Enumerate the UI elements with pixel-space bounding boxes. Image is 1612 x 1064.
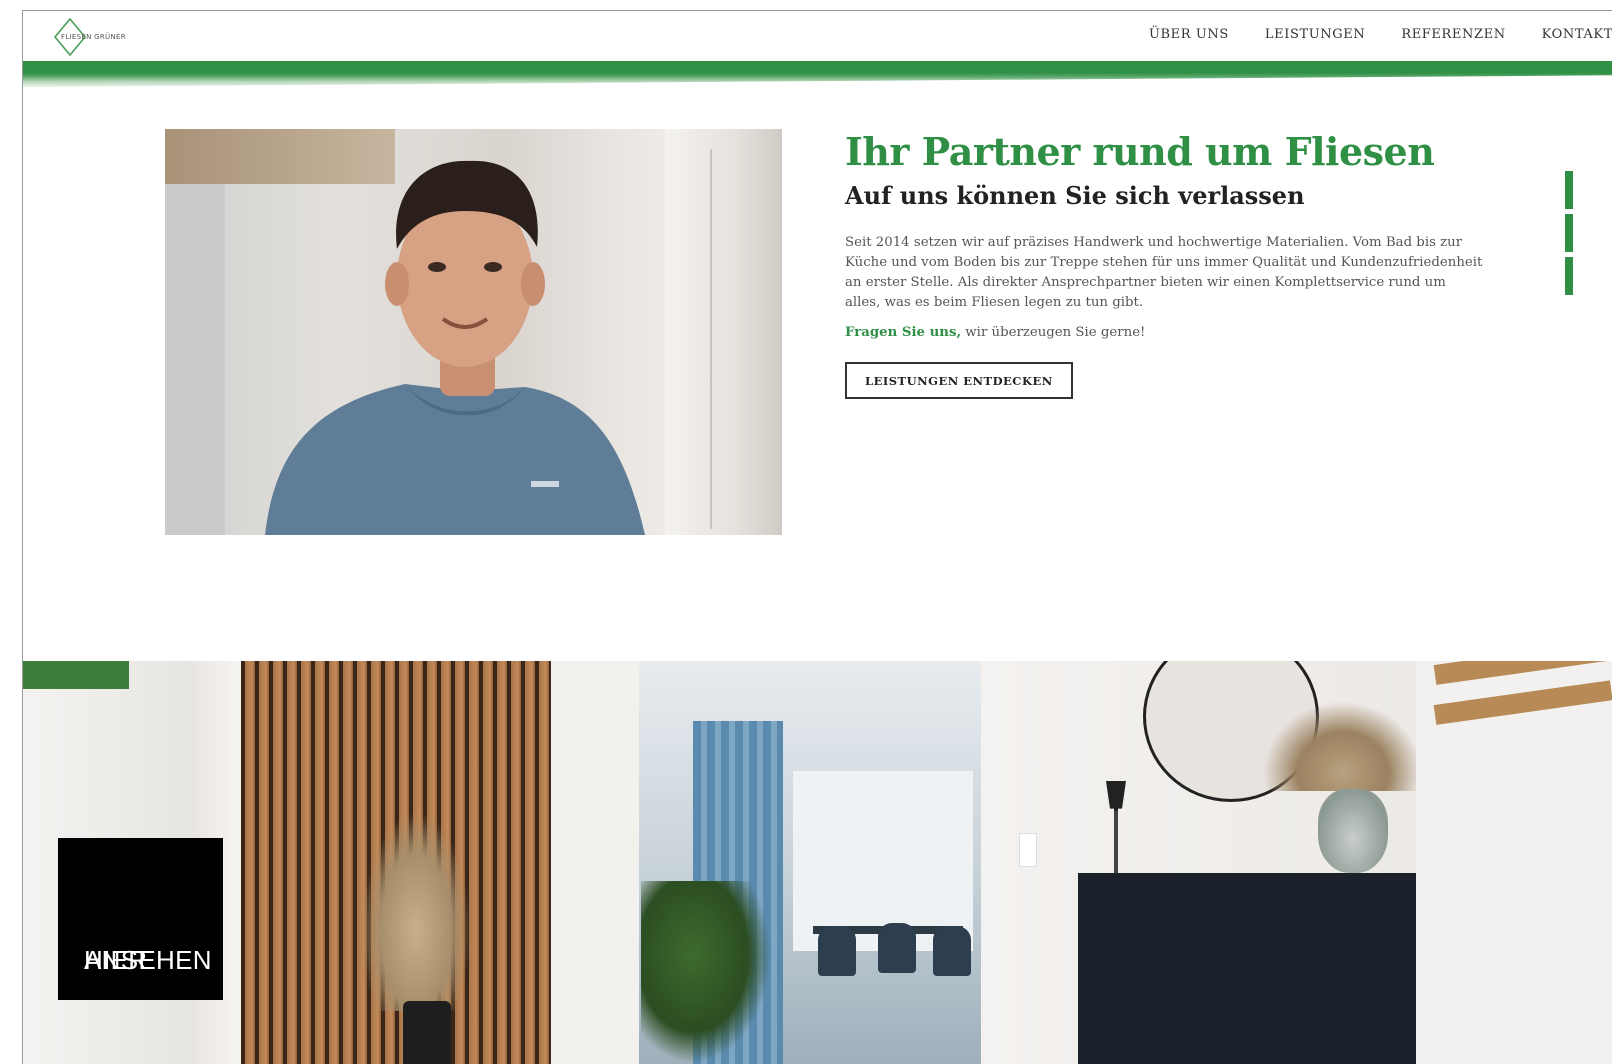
- main-nav: ÜBER UNS LEISTUNGEN REFERENZEN KONTAKT: [1113, 27, 1612, 42]
- browser-viewport: FLIESEN GRÜNER ÜBER UNS LEISTUNGEN REFER…: [22, 10, 1612, 1064]
- hero-cta-text: Fragen Sie uns, wir überzeugen Sie gerne…: [845, 325, 1485, 340]
- gallery-sideboard: [1078, 873, 1418, 1064]
- gallery-green-panel: [23, 661, 129, 689]
- gallery-window: [793, 771, 973, 951]
- promo-label-line2: ANSEHEN: [84, 945, 212, 975]
- cta-highlight-link[interactable]: Fragen Sie uns,: [845, 325, 961, 340]
- person-illustration: [265, 160, 645, 535]
- hero-subtitle: Auf uns können Sie sich verlassen: [845, 181, 1305, 210]
- nav-item-ueber-uns[interactable]: ÜBER UNS: [1149, 27, 1229, 42]
- gallery-chair: [818, 926, 856, 976]
- gallery-pampas-grass: [361, 811, 471, 1011]
- gallery-glass-vase: [1318, 789, 1388, 873]
- site-logo[interactable]: FLIESEN GRÜNER: [53, 17, 126, 57]
- hier-ansehen-button[interactable]: HIER ANSEHEN: [58, 838, 223, 1000]
- interior-gallery: HIER ANSEHEN: [23, 661, 1612, 1064]
- gallery-wall-mid: [551, 661, 639, 1064]
- side-tabs: [1565, 171, 1573, 300]
- gallery-chair: [878, 923, 916, 973]
- gallery-light-switch: [1019, 833, 1037, 867]
- nav-item-leistungen[interactable]: LEISTUNGEN: [1265, 27, 1365, 42]
- nav-item-referenzen[interactable]: REFERENZEN: [1401, 27, 1505, 42]
- hero-body-text: Seit 2014 setzen wir auf präzises Handwe…: [845, 235, 1483, 310]
- side-tab-3[interactable]: [1565, 257, 1573, 295]
- site-header: FLIESEN GRÜNER ÜBER UNS LEISTUNGEN REFER…: [23, 11, 1612, 59]
- cta-rest-text: wir überzeugen Sie gerne!: [961, 325, 1146, 340]
- side-tab-1[interactable]: [1565, 171, 1573, 209]
- hero-portrait-photo: [165, 129, 782, 535]
- side-tab-2[interactable]: [1565, 214, 1573, 252]
- gallery-palm-plant: [641, 881, 771, 1064]
- gallery-plant-pot: [403, 1001, 451, 1064]
- nav-item-kontakt[interactable]: KONTAKT: [1542, 27, 1612, 42]
- hero-title: Ihr Partner rund um Fliesen: [845, 129, 1435, 174]
- gallery-dried-grass: [1263, 701, 1423, 791]
- logo-text: FLIESEN GRÜNER: [61, 33, 126, 41]
- header-green-band: [23, 61, 1612, 87]
- leistungen-entdecken-button[interactable]: LEISTUNGEN ENTDECKEN: [845, 362, 1073, 399]
- gallery-chair: [933, 926, 971, 976]
- hero-text: Ihr Partner rund um Fliesen Auf uns könn…: [845, 129, 1485, 399]
